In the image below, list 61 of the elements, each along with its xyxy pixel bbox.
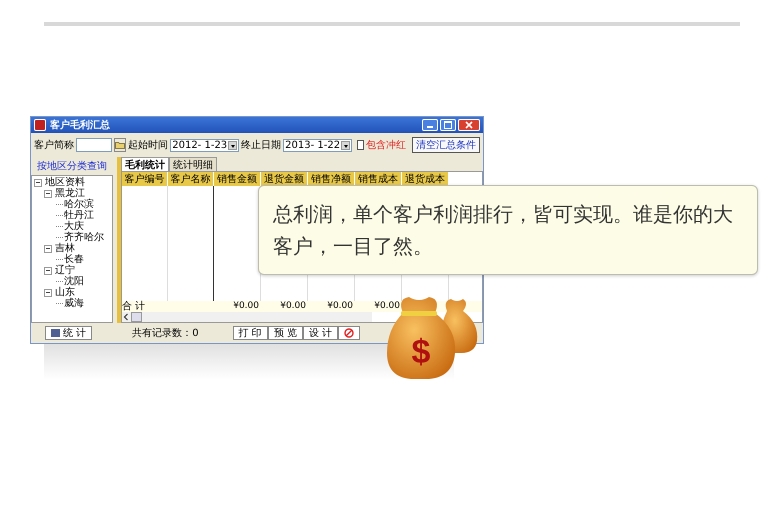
column-header[interactable]: 客户名称	[168, 172, 214, 186]
column-header[interactable]: 退货金额	[261, 172, 308, 186]
tree-item[interactable]: 沈阳	[64, 276, 84, 287]
table-cell: ¥0.00	[327, 301, 353, 311]
sidebar-title[interactable]: 按地区分类查询	[31, 157, 113, 175]
start-date-label: 起始时间	[128, 138, 168, 152]
customer-label: 客户简称	[34, 138, 74, 152]
tree-item[interactable]: 齐齐哈尔	[64, 232, 104, 243]
app-icon	[34, 119, 46, 131]
tab[interactable]: 毛利统计	[121, 157, 169, 171]
tree-item[interactable]: 威海	[64, 298, 84, 309]
tree-item[interactable]: 牡丹江	[64, 210, 94, 221]
start-date-field[interactable]: 2012- 1-23	[170, 138, 240, 152]
print-button[interactable]: 打 印	[232, 326, 268, 340]
scroll-thumb[interactable]	[131, 312, 142, 322]
end-date-field[interactable]: 2013- 1-22	[283, 138, 352, 152]
tree-item[interactable]: 山东	[55, 287, 75, 298]
column-header[interactable]: 退货成本	[402, 172, 449, 186]
close-icon	[465, 121, 473, 129]
total-label: 合 计	[122, 301, 146, 312]
end-date-label: 终止日期	[241, 138, 282, 152]
callout-text: 总利润，单个客户利润排行，皆可实现。谁是你的大客户，一目了然。	[273, 201, 734, 260]
minimize-button[interactable]	[422, 119, 438, 131]
column-header[interactable]: 销售净额	[308, 172, 355, 186]
statistics-button[interactable]: 统 计	[45, 326, 92, 340]
tree-item[interactable]: 辽宁	[55, 265, 75, 276]
column-header[interactable]: 客户编号	[122, 172, 168, 186]
collapse-icon[interactable]	[44, 288, 52, 296]
tab[interactable]: 统计明细	[169, 157, 217, 171]
include-checkbox[interactable]	[357, 140, 364, 150]
tree-item[interactable]: 地区资料	[45, 177, 85, 188]
stop-icon	[344, 328, 354, 338]
tree-item[interactable]: 吉林	[55, 243, 75, 254]
collapse-icon[interactable]	[44, 190, 52, 198]
dropdown-icon[interactable]	[228, 140, 238, 150]
tree-item[interactable]: 大庆	[64, 221, 84, 232]
tree-item[interactable]: 哈尔滨	[64, 199, 94, 210]
table-cell: ¥0.00	[374, 301, 400, 311]
dropdown-icon[interactable]	[341, 140, 350, 150]
collapse-icon[interactable]	[44, 244, 52, 252]
include-label: 包含冲红	[366, 138, 406, 152]
preview-button[interactable]: 预 览	[268, 326, 303, 340]
table-cell: ¥0.00	[280, 301, 306, 311]
horizontal-scrollbar[interactable]	[122, 312, 372, 322]
design-button[interactable]: 设 计	[302, 326, 338, 340]
tree-item[interactable]: 长春	[64, 254, 84, 265]
maximize-button[interactable]	[440, 119, 456, 131]
clear-button[interactable]: 清空汇总条件	[412, 137, 480, 153]
tree-item[interactable]: 黑龙江	[55, 188, 85, 199]
record-count: 共有记录数：0	[132, 326, 199, 340]
collapse-icon[interactable]	[34, 178, 42, 186]
stop-button[interactable]	[338, 326, 360, 340]
table-cell: ¥0.00	[233, 301, 259, 311]
scroll-left-icon[interactable]	[123, 313, 129, 321]
browse-button[interactable]	[114, 138, 126, 152]
collapse-icon[interactable]	[44, 266, 52, 274]
window-title: 客户毛利汇总	[50, 118, 111, 132]
close-button[interactable]	[458, 119, 480, 131]
column-header[interactable]: 销售金额	[214, 172, 261, 186]
customer-field[interactable]	[76, 138, 112, 152]
column-header[interactable]: 销售成本	[355, 172, 402, 186]
